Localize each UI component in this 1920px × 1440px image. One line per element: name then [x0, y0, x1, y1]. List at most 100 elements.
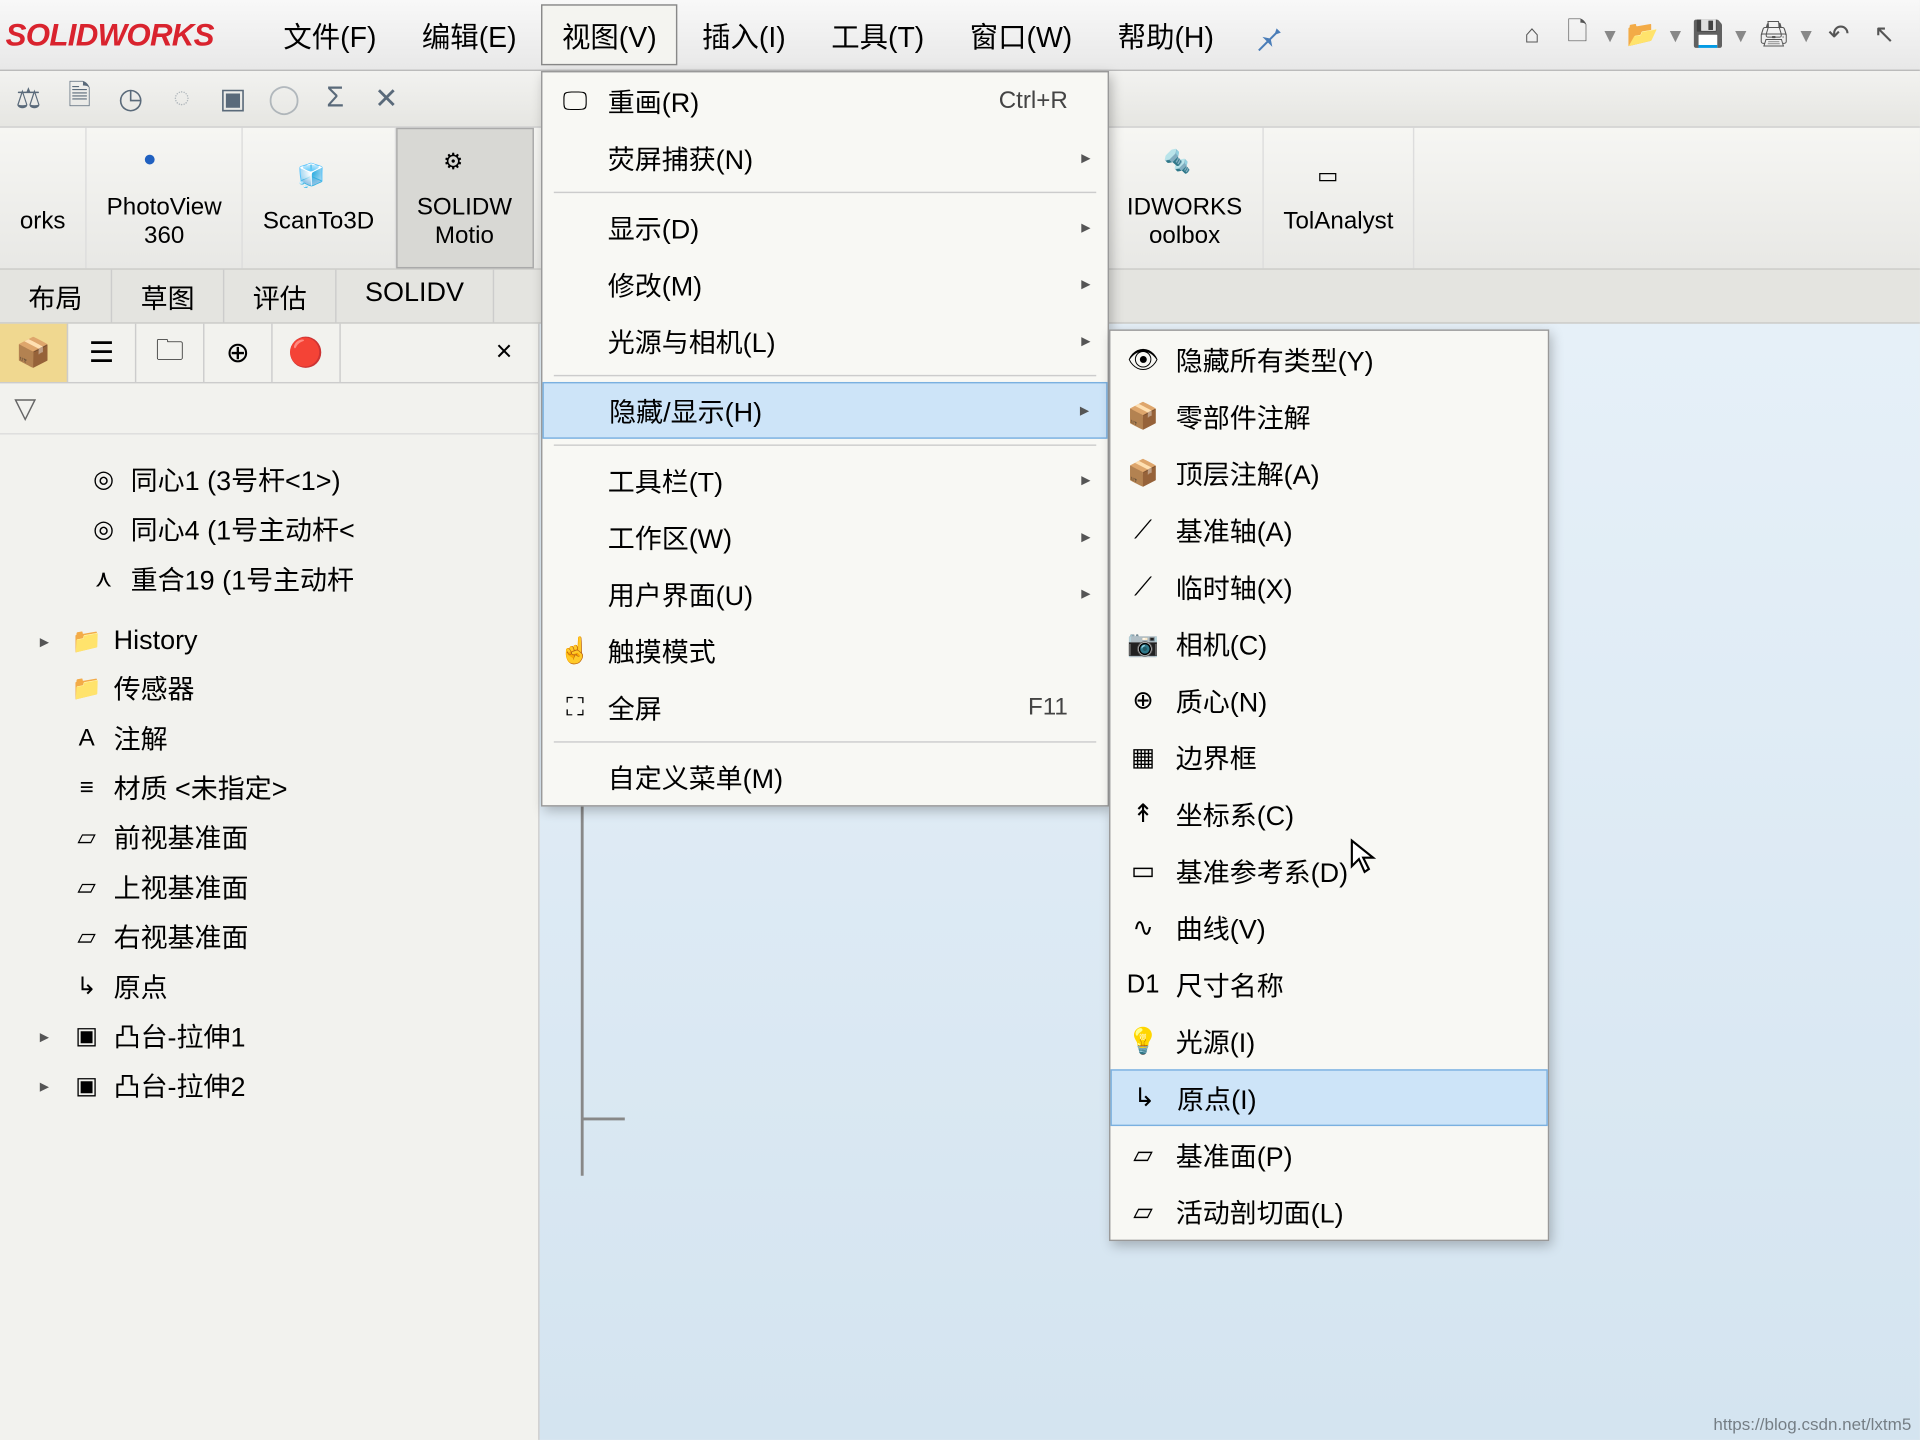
pin-icon[interactable]: [1252, 18, 1286, 52]
tree-view-icon[interactable]: 📦: [0, 324, 68, 382]
tree-item[interactable]: ▸▣凸台-拉伸2: [37, 1061, 530, 1111]
ribbon-tolanalyst[interactable]: ▭TolAnalyst: [1264, 128, 1415, 269]
menu-item[interactable]: 📷相机(C): [1110, 615, 1547, 672]
menu-item[interactable]: ▦边界框: [1110, 728, 1547, 785]
cube-icon[interactable]: ▣: [213, 79, 253, 119]
home-icon[interactable]: ⌂: [1514, 16, 1551, 53]
menu-tools[interactable]: 工具(T): [810, 4, 946, 65]
menu-item-icon: [554, 266, 597, 303]
new-icon[interactable]: 🗋: [1559, 16, 1596, 53]
ribbon-motion[interactable]: ⚙SOLIDW Motio: [396, 128, 534, 269]
menu-item-icon: 📦: [1122, 454, 1165, 491]
menu-item-label: 重画(R): [608, 82, 999, 120]
menu-item[interactable]: 工具栏(T)▸: [542, 452, 1107, 509]
tree-item[interactable]: ▱前视基准面: [37, 812, 530, 862]
ribbon-scanto3d[interactable]: 🧊ScanTo3D: [243, 128, 396, 269]
menu-item[interactable]: 自定义菜单(M): [542, 748, 1107, 805]
view-menu-dropdown: 🖵重画(R)Ctrl+R荧屏捕获(N)▸显示(D)▸修改(M)▸光源与相机(L)…: [541, 71, 1109, 807]
tree-item[interactable]: 📁传感器: [37, 663, 530, 713]
menu-help[interactable]: 帮助(H): [1096, 4, 1235, 65]
menu-item[interactable]: 用户界面(U)▸: [542, 565, 1107, 622]
tab-solid[interactable]: SOLIDV: [337, 270, 494, 323]
config-icon[interactable]: 🗀: [136, 324, 204, 382]
menu-item[interactable]: ↳原点(I): [1110, 1069, 1547, 1126]
menu-item[interactable]: ⊕质心(N): [1110, 672, 1547, 729]
menu-view[interactable]: 视图(V): [541, 4, 678, 65]
tree-mate[interactable]: ⋏重合19 (1号主动杆: [85, 554, 529, 604]
menu-file[interactable]: 文件(F): [262, 4, 398, 65]
submenu-arrow-icon: ▸: [1068, 525, 1091, 548]
tree-item[interactable]: ▸📁History: [37, 621, 530, 664]
menu-item[interactable]: ∿曲线(V): [1110, 899, 1547, 956]
menu-item-label: 用户界面(U): [608, 574, 1068, 612]
tree-item[interactable]: ▸▣凸台-拉伸1: [37, 1011, 530, 1061]
menu-item-label: 自定义菜单(M): [608, 758, 1068, 796]
concentric-icon: ◎: [88, 464, 119, 495]
ribbon-photoview[interactable]: ●PhotoView 360: [87, 128, 243, 269]
doc-icon[interactable]: 🗎: [60, 79, 100, 119]
tree-item-label: 凸台-拉伸1: [114, 1017, 246, 1055]
filter-row: ▽: [0, 383, 538, 434]
balance-icon[interactable]: ⚖: [9, 79, 49, 119]
tree-item[interactable]: ↳原点: [37, 961, 530, 1011]
menu-item[interactable]: ⟋基准轴(A): [1110, 501, 1547, 558]
menu-item-label: 零部件注解: [1176, 397, 1508, 435]
tree-mate[interactable]: ◎同心1 (3号杆<1>): [85, 454, 529, 504]
menu-item[interactable]: ⟋临时轴(X): [1110, 558, 1547, 615]
tree-item[interactable]: ▱右视基准面: [37, 912, 530, 962]
menu-item[interactable]: 💡光源(I): [1110, 1012, 1547, 1069]
menu-insert[interactable]: 插入(I): [681, 4, 807, 65]
menu-shortcut: Ctrl+R: [999, 87, 1068, 115]
close-panel-icon[interactable]: ×: [470, 324, 538, 382]
menu-edit[interactable]: 编辑(E): [401, 4, 538, 65]
tree-item[interactable]: ≡材质 <未指定>: [37, 763, 530, 813]
menu-item[interactable]: 📦零部件注解: [1110, 388, 1547, 445]
menu-item[interactable]: ▭基准参考系(D): [1110, 842, 1547, 899]
menu-item[interactable]: ↟坐标系(C): [1110, 785, 1547, 842]
menu-item[interactable]: 显示(D)▸: [542, 199, 1107, 256]
sigma-icon[interactable]: Σ: [315, 79, 355, 119]
menu-item[interactable]: ▱活动剖切面(L): [1110, 1183, 1547, 1240]
menu-item-icon: [554, 462, 597, 499]
tree-item[interactable]: A注解: [37, 713, 530, 763]
print-icon[interactable]: 🖨: [1755, 16, 1792, 53]
select-icon[interactable]: ↖: [1866, 16, 1903, 53]
save-icon[interactable]: 💾: [1690, 16, 1727, 53]
menu-item[interactable]: 荧屏捕获(N)▸: [542, 129, 1107, 186]
tab-evaluate[interactable]: 评估: [224, 270, 336, 323]
menu-item[interactable]: 工作区(W)▸: [542, 508, 1107, 565]
quick-access-toolbar: ⌂ 🗋▾ 📂▾ 💾▾ 🖨▾ ↶ ↖: [1514, 16, 1915, 53]
ribbon-works[interactable]: orks: [0, 128, 87, 269]
menu-item-label: 修改(M): [608, 265, 1068, 303]
property-icon[interactable]: ☰: [68, 324, 136, 382]
circle-icon[interactable]: ◯: [264, 79, 304, 119]
menu-item[interactable]: 修改(M)▸: [542, 256, 1107, 313]
menu-item[interactable]: D1尺寸名称: [1110, 956, 1547, 1013]
menu-window[interactable]: 窗口(W): [948, 4, 1093, 65]
tree-item-icon: ▱: [71, 821, 102, 852]
tree-mate[interactable]: ◎同心4 (1号主动杆<: [85, 504, 529, 554]
menu-item[interactable]: ▱基准面(P): [1110, 1126, 1547, 1183]
link-icon[interactable]: ◌: [162, 79, 202, 119]
clock-icon[interactable]: ◷: [111, 79, 151, 119]
menu-item[interactable]: ⛶全屏F11: [542, 679, 1107, 736]
menu-item[interactable]: ☝触摸模式: [542, 622, 1107, 679]
menu-item-label: 全屏: [608, 688, 1028, 726]
menu-item-label: 原点(I): [1177, 1078, 1506, 1116]
menu-item[interactable]: 📦顶层注解(A): [1110, 444, 1547, 501]
menu-item[interactable]: 隐藏/显示(H)▸: [542, 382, 1107, 439]
menu-item[interactable]: 👁隐藏所有类型(Y): [1110, 331, 1547, 388]
menu-item[interactable]: 光源与相机(L)▸: [542, 312, 1107, 369]
ribbon-toolbox[interactable]: 🔩IDWORKS oolbox: [1107, 128, 1264, 269]
tree-item[interactable]: ▱上视基准面: [37, 862, 530, 912]
open-icon[interactable]: 📂: [1624, 16, 1661, 53]
filter-icon[interactable]: ▽: [14, 391, 36, 427]
undo-icon[interactable]: ↶: [1820, 16, 1857, 53]
appearance-icon[interactable]: 🔴: [273, 324, 341, 382]
tab-layout[interactable]: 布局: [0, 270, 112, 323]
tab-sketch[interactable]: 草图: [112, 270, 224, 323]
submenu-arrow-icon: ▸: [1068, 469, 1091, 492]
menu-item[interactable]: 🖵重画(R)Ctrl+R: [542, 72, 1107, 129]
tools-icon[interactable]: ✕: [366, 79, 406, 119]
origin-icon[interactable]: ⊕: [204, 324, 272, 382]
